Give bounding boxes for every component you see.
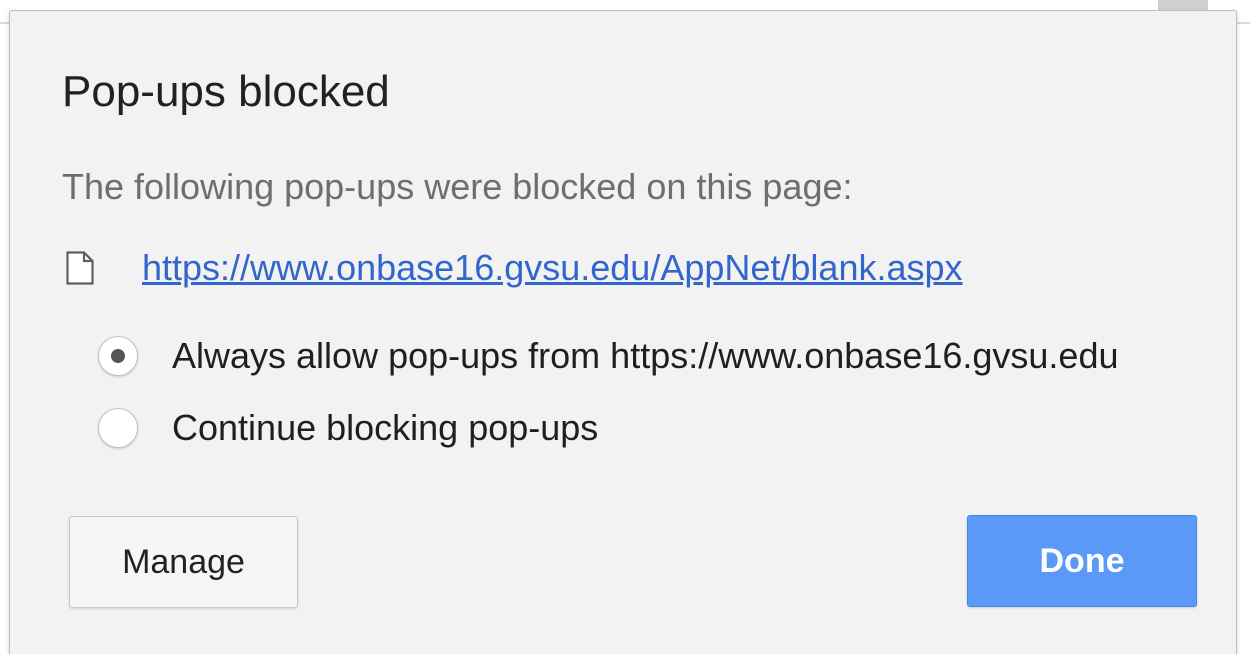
radio-selected-dot	[111, 349, 125, 363]
manage-button[interactable]: Manage	[69, 516, 298, 608]
done-button[interactable]: Done	[967, 515, 1197, 607]
blocked-popup-link[interactable]: https://www.onbase16.gvsu.edu/AppNet/bla…	[142, 243, 963, 293]
dialog-message: The following pop-ups were blocked on th…	[62, 166, 853, 207]
toolbar-button-edge	[1158, 0, 1208, 10]
option-always-allow-label[interactable]: Always allow pop-ups from https://www.on…	[172, 331, 1119, 381]
radio-always-allow[interactable]	[98, 336, 138, 376]
option-continue-blocking-label[interactable]: Continue blocking pop-ups	[172, 403, 598, 453]
radio-continue-blocking[interactable]	[98, 408, 138, 448]
option-always-allow[interactable]: Always allow pop-ups from https://www.on…	[98, 329, 1119, 383]
blocked-popup-item: https://www.onbase16.gvsu.edu/AppNet/bla…	[66, 243, 963, 293]
browser-page: Pop-ups blocked The following pop-ups we…	[0, 0, 1250, 654]
option-continue-blocking[interactable]: Continue blocking pop-ups	[98, 401, 598, 455]
dialog-title: Pop-ups blocked	[62, 67, 390, 116]
document-icon	[66, 243, 110, 293]
